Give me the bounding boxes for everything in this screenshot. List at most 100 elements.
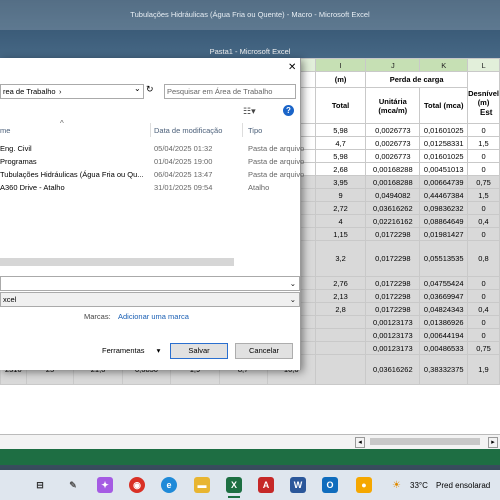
- filename-field[interactable]: ⌄: [0, 276, 300, 291]
- column-name[interactable]: me: [0, 126, 10, 135]
- file-list-item[interactable]: Eng. Civil 05/04/2025 01:32 Pasta de arqui…: [0, 142, 304, 155]
- cell[interactable]: 3,95: [314, 175, 367, 189]
- acrobat-icon[interactable]: A: [258, 477, 274, 493]
- cell[interactable]: 0,02216162: [365, 214, 421, 228]
- address-bar[interactable]: rea de Trabalho ›: [0, 84, 144, 99]
- cell[interactable]: 0,00486533: [419, 341, 469, 355]
- cell[interactable]: 0,44467384: [419, 188, 469, 202]
- cell[interactable]: 0,75: [467, 175, 500, 189]
- cell[interactable]: 0: [467, 328, 500, 342]
- cell[interactable]: 0,0026773: [365, 149, 421, 163]
- cell[interactable]: 3,2: [314, 240, 367, 277]
- cell[interactable]: 0,01386926: [419, 315, 469, 329]
- cell[interactable]: 0: [467, 162, 500, 176]
- cell[interactable]: 0,0172298: [365, 302, 421, 316]
- cell[interactable]: 0,01258331: [419, 136, 469, 150]
- cell[interactable]: [314, 328, 367, 342]
- cell[interactable]: 1,5: [467, 136, 500, 150]
- cell[interactable]: 5,98: [314, 123, 367, 137]
- cell[interactable]: 0,0172298: [365, 276, 421, 290]
- outlook-icon[interactable]: O: [322, 477, 338, 493]
- cell[interactable]: 1,5: [467, 188, 500, 202]
- cell[interactable]: 0,00123173: [365, 341, 421, 355]
- cell[interactable]: 0,75: [467, 341, 500, 355]
- help-icon[interactable]: ?: [283, 105, 294, 116]
- cell[interactable]: 4,7: [314, 136, 367, 150]
- cell[interactable]: 0,0172298: [365, 240, 421, 277]
- cell[interactable]: [314, 354, 367, 385]
- view-options-icon[interactable]: ☷▾: [243, 106, 256, 117]
- cell[interactable]: 0,0172298: [365, 289, 421, 303]
- save-button[interactable]: Salvar: [170, 343, 228, 359]
- col-header-l[interactable]: L: [467, 58, 500, 72]
- column-type[interactable]: Tipo: [248, 126, 262, 135]
- cell[interactable]: 0: [467, 227, 500, 241]
- cell[interactable]: 1,15: [314, 227, 367, 241]
- column-date[interactable]: Data de modificação: [154, 126, 222, 135]
- cell[interactable]: 0,03669947: [419, 289, 469, 303]
- filetype-select[interactable]: xcel ⌄: [0, 292, 300, 307]
- copilot-icon[interactable]: ✦: [97, 477, 113, 493]
- cell[interactable]: 0,05513535: [419, 240, 469, 277]
- refresh-icon[interactable]: ↻: [146, 84, 154, 95]
- scroll-right-icon[interactable]: ▸: [488, 437, 498, 448]
- cell[interactable]: 0: [467, 315, 500, 329]
- cell[interactable]: 0,0026773: [365, 136, 421, 150]
- cell[interactable]: 0,00664739: [419, 175, 469, 189]
- list-scrollbar[interactable]: [0, 258, 234, 266]
- scroll-left-icon[interactable]: ◂: [355, 437, 365, 448]
- cell[interactable]: 0,08864649: [419, 214, 469, 228]
- horizontal-scrollbar[interactable]: ◂ ▸: [0, 434, 500, 449]
- cell[interactable]: 0,4: [467, 214, 500, 228]
- cell[interactable]: 2,8: [314, 302, 367, 316]
- cell[interactable]: 0: [467, 289, 500, 303]
- cell[interactable]: 2,13: [314, 289, 367, 303]
- weather-temp[interactable]: 33°C: [410, 481, 428, 490]
- cell[interactable]: 0: [467, 201, 500, 215]
- add-tag-link[interactable]: Adicionar uma marca: [118, 312, 189, 321]
- cell[interactable]: 9: [314, 188, 367, 202]
- app-icon[interactable]: ●: [356, 477, 372, 493]
- cell[interactable]: 2,76: [314, 276, 367, 290]
- cancel-button[interactable]: Cancelar: [235, 343, 293, 359]
- cell[interactable]: 0,0026773: [365, 123, 421, 137]
- edge-icon[interactable]: e: [161, 477, 177, 493]
- cell[interactable]: 0,00451013: [419, 162, 469, 176]
- cell[interactable]: 0: [467, 149, 500, 163]
- widgets-icon[interactable]: ✎: [65, 477, 81, 493]
- close-icon[interactable]: ✕: [288, 62, 296, 73]
- cell[interactable]: 0,00123173: [365, 315, 421, 329]
- chrome-icon[interactable]: ◉: [129, 477, 145, 493]
- cell[interactable]: 0,01981427: [419, 227, 469, 241]
- word-icon[interactable]: W: [290, 477, 306, 493]
- col-header-j[interactable]: J: [365, 58, 421, 72]
- cell[interactable]: 0,03616262: [365, 354, 421, 385]
- chevron-down-icon[interactable]: ⌄: [134, 84, 141, 93]
- task-view-icon[interactable]: ⊟: [32, 477, 48, 493]
- cell[interactable]: 2,72: [314, 201, 367, 215]
- scrollbar-thumb[interactable]: [370, 438, 480, 445]
- cell[interactable]: 0,04755424: [419, 276, 469, 290]
- cell[interactable]: 0,8: [467, 240, 500, 277]
- cell[interactable]: 0,00644194: [419, 328, 469, 342]
- cell[interactable]: 0: [467, 123, 500, 137]
- search-input[interactable]: Pesquisar em Área de Trabalho: [164, 84, 296, 99]
- cell[interactable]: 0: [467, 276, 500, 290]
- cell[interactable]: 0,00168288: [365, 162, 421, 176]
- cell[interactable]: [314, 315, 367, 329]
- cell[interactable]: 0,00168288: [365, 175, 421, 189]
- file-list-item[interactable]: Tubulações Hidráulicas (Água Fria ou Qu.…: [0, 168, 304, 181]
- cell[interactable]: [314, 341, 367, 355]
- cell[interactable]: 0,0494082: [365, 188, 421, 202]
- file-list-item[interactable]: A360 Drive - Atalho 31/01/2025 09:54 Atalh…: [0, 181, 300, 194]
- tools-menu[interactable]: Ferramentas ▾: [102, 346, 160, 355]
- col-header-k[interactable]: K: [419, 58, 469, 72]
- cell[interactable]: 4: [314, 214, 367, 228]
- file-explorer-icon[interactable]: ▬: [194, 477, 210, 493]
- cell[interactable]: 0,01601025: [419, 149, 469, 163]
- cell[interactable]: 0,4: [467, 302, 500, 316]
- cell[interactable]: 0,38332375: [419, 354, 469, 385]
- cell[interactable]: 5,98: [314, 149, 367, 163]
- cell[interactable]: 0,00123173: [365, 328, 421, 342]
- col-header-i[interactable]: I: [314, 58, 367, 72]
